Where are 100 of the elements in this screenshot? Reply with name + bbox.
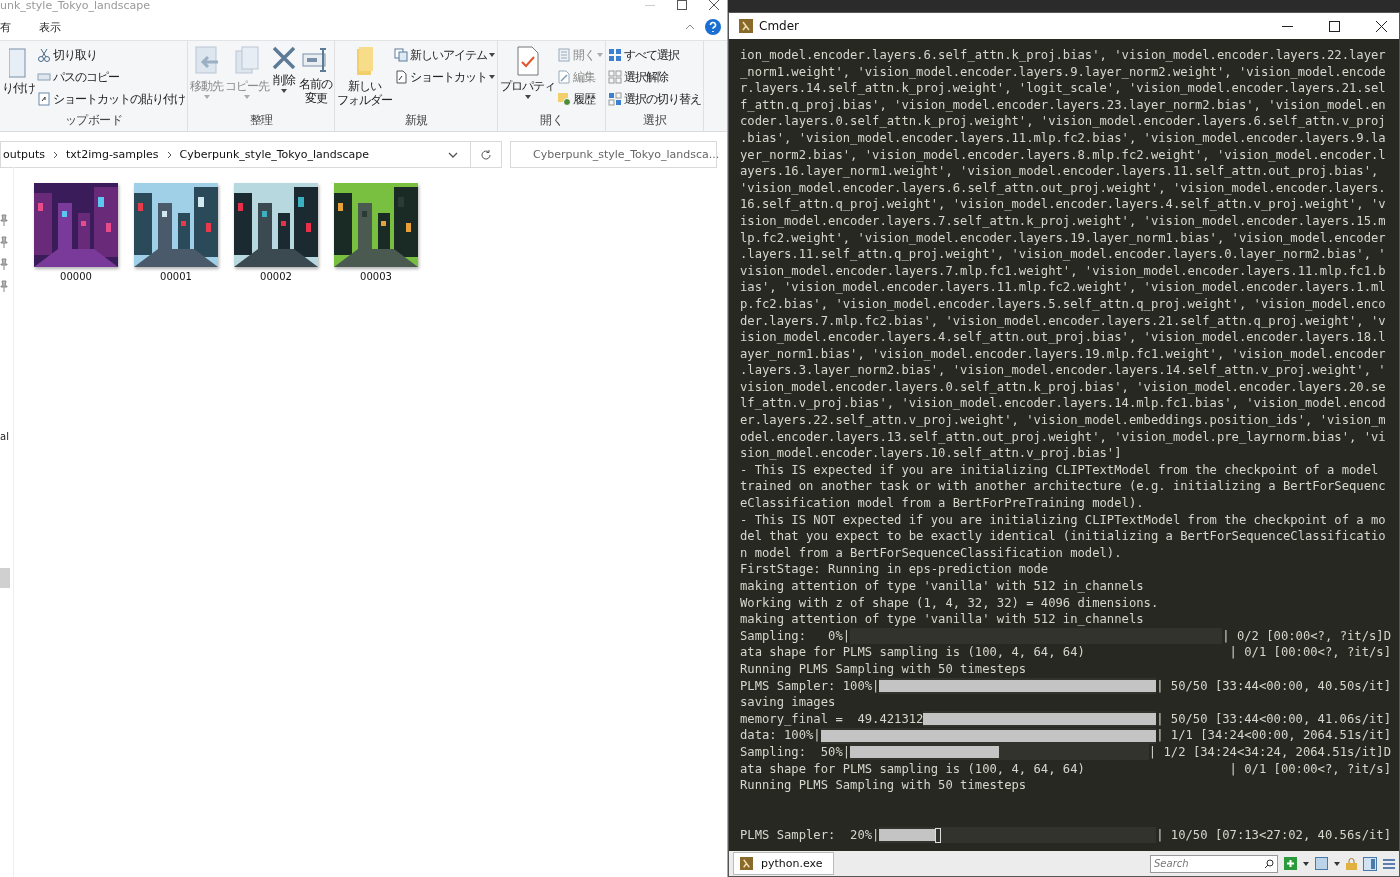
add-icon[interactable] [1284, 857, 1297, 870]
console-line: .layers.3.layer_norm2.bias', 'vision_model.encoder.layers.14.self_attn.v_proj.weight', ' [740, 362, 1386, 379]
console-line: ata shape for PLMS sampling is (100, 4, 64, 64) [740, 644, 1085, 661]
console-line: n model from a BertForSequenceClassification model). [740, 544, 1122, 562]
ribbon-button[interactable]: 選択の切り替え [608, 89, 701, 109]
group-label: 新規 [404, 112, 428, 129]
group-label: 整理 [249, 112, 273, 129]
console-line: | 1/1 [34:24<00:00, 2064.51s/it] [1156, 727, 1391, 744]
ribbon-button[interactable]: 選択解除 [608, 67, 701, 87]
copy-icon [232, 45, 262, 77]
window-title: unk_style_Tokyo_landscape [0, 0, 150, 12]
pin-icon [0, 235, 8, 249]
pin-icon [0, 279, 8, 293]
console-line: del that you expect to be exactly identical (initializing a BertForSequenceClassificatio [740, 528, 1386, 545]
address-bar[interactable]: outputs txt2img-samples Cyberpunk_style_Tokyo_landscape [0, 141, 502, 168]
console-line: p.fc2.bias', 'vision_model.encoder.layers.5.self_attn.q_proj.weight', 'vision_model.enco [740, 295, 1386, 313]
chevron-right-icon [166, 150, 172, 159]
console-line: Sampling: 0%| [740, 627, 851, 645]
console-line: PLMS Sampler: 100%| [740, 677, 880, 695]
group-label: 選択 [643, 112, 666, 129]
ribbon-button[interactable]: り付け [2, 45, 35, 95]
console-line: PLMS Sampler: 20%| [740, 826, 880, 844]
minimize-icon[interactable] [1282, 25, 1293, 27]
ribbon-button[interactable]: ショートカット [394, 67, 495, 87]
help-icon[interactable] [705, 19, 721, 35]
console-line: trained on another task or with another architecture (e.g. initializing a BertForSequenc [740, 478, 1386, 496]
new-item-icon [394, 48, 408, 62]
console-line: saving images [740, 694, 836, 711]
file-name[interactable]: 00000 [60, 271, 92, 282]
console-line: - This IS NOT expected if you are initializing CLIPTextModel from the checkpoint of a mo [740, 511, 1386, 529]
ribbon-button[interactable]: 名前の 変更 [299, 45, 332, 105]
console-line: ision_model.encoder.layers.7.self_attn.k_proj.weight', 'vision_model.encoder.layers.15.m [740, 212, 1386, 230]
ribbon-button[interactable]: プロパティ [500, 45, 555, 99]
properties-icon [515, 45, 540, 77]
menu-icon[interactable] [1383, 858, 1395, 869]
nav-item[interactable]: al [0, 431, 9, 442]
caret-icon [1303, 861, 1309, 866]
ribbon-button[interactable]: ショートカットの貼り付け [37, 89, 185, 109]
search-icon [1264, 858, 1274, 869]
console-line: r.layers.14.self_attn.k_proj.weight', 'logit_scale', 'vision_model.encoder.layers.21.sel [740, 80, 1386, 97]
layout-icon[interactable] [1363, 856, 1377, 871]
console-line: Running PLMS Sampling with 50 timesteps [740, 660, 1027, 678]
console-line: _norm1.weight', 'vision_model.encoder.layers.9.layer_norm2.weight', 'vision_model.encode [740, 63, 1386, 81]
console-line: ayer_norm1.bias', 'vision_model.encoder.layers.19.mlp.fc1.weight', 'vision_model.encoder [740, 345, 1386, 363]
console-line: | 1/2 [34:24<34:24, 2064.51s/it]D [1148, 743, 1391, 761]
maximize-icon[interactable] [1329, 20, 1340, 32]
close-icon[interactable] [709, 0, 719, 10]
console-line: Running PLMS Sampling with 50 timesteps [740, 777, 1027, 794]
scissors-icon [37, 48, 51, 62]
group-label: 開く [540, 112, 563, 129]
group-label: ップボード [64, 112, 123, 129]
console-line: | 50/50 [33:44<00:00, 40.50s/it] [1156, 677, 1391, 695]
console-line: sion_model.encoder.layers.10.self_attn.v_proj.bias'] [740, 445, 1122, 462]
console-line: .bias', 'vision_model.encoder.layers.11.mlp.fc2.bias', 'vision_model.encoder.layers.9.la [740, 129, 1386, 147]
console-line: vision_model.encoder.layers.7.mlp.fc1.weight', 'vision_model.encoder.layers.11.mlp.fc1.b [740, 262, 1386, 280]
ribbon-button[interactable]: 履歴 [557, 89, 603, 109]
search-field[interactable]: Search [1150, 854, 1278, 873]
maximize-icon[interactable] [677, 0, 687, 10]
lambda-icon [739, 19, 753, 33]
file-name[interactable]: 00003 [360, 271, 392, 282]
console-line: making attention of type 'vanilla' with 512 in_channels [740, 611, 1144, 628]
ribbon-button[interactable]: 新しい フォルダー [337, 45, 392, 107]
ribbon-button[interactable]: 切り取り [37, 45, 185, 65]
close-icon[interactable] [1376, 20, 1387, 32]
console-tab[interactable]: python.exe [733, 852, 834, 875]
select-all-icon [608, 48, 622, 62]
breadcrumb[interactable]: txt2img-samples [64, 148, 161, 161]
console-line: ision_model.encoder.layers.4.self_attn.out_proj.bias', 'vision_model.encoder.layers.18.l [740, 329, 1386, 346]
console-line: | 0/1 [00:00<?, ?it/s] [1229, 644, 1391, 661]
ribbon-button[interactable]: パスのコピー [37, 67, 185, 87]
caret-icon [1334, 861, 1340, 866]
console-line: lp.fc2.weight', 'vision_model.encoder.layers.19.layer_norm1.bias', 'vision_model.encoder [740, 229, 1386, 247]
scroll-thumb[interactable] [0, 568, 10, 588]
ribbon-button[interactable]: 削除 [271, 45, 297, 93]
ribbon-button[interactable]: 新しいアイテム [394, 45, 495, 65]
menu-tab[interactable]: 表示 [39, 19, 75, 35]
chevron-down-icon[interactable] [448, 151, 458, 158]
invert-selection-icon [608, 92, 622, 106]
file-name[interactable]: 00002 [260, 271, 292, 282]
breadcrumb[interactable]: Cyberpunk_style_Tokyo_landscape [177, 148, 372, 161]
console-line: f_attn.q_proj.bias', 'vision_model.encoder.layers.23.layer_norm2.bias', 'vision_model.en [740, 96, 1386, 114]
console-line: 'vision_model.encoder.layers.6.self_attn.out_proj.weight', 'vision_model.encoder.layers. [740, 179, 1386, 197]
refresh-icon[interactable] [480, 148, 492, 161]
ribbon-button[interactable]: すべて選択 [608, 45, 701, 65]
clipboard-icon [8, 45, 29, 79]
console-line: vision_model.encoder.layers.0.self_attn.k_proj.bias', 'vision_model.encoder.layers.20.se [740, 378, 1386, 396]
open-icon [557, 48, 571, 62]
window-icon[interactable] [1315, 857, 1328, 870]
console-line: Sampling: 50%| [740, 743, 851, 761]
console-line: coder.layers.0.self_attn.k_proj.weight', 'vision_model.encoder.layers.6.self_attn.v_proj [740, 113, 1386, 130]
console-line: | 0/1 [00:00<?, ?it/s] [1229, 760, 1391, 778]
search-field[interactable]: Cyberpunk_style_Tokyo_landsca... [510, 141, 717, 168]
console-line: ayers.16.layer_norm1.weight', 'vision_model.encoder.layers.11.self_attn.out_proj.bias', [740, 163, 1379, 180]
console-line: yer_norm2.bias', 'vision_model.encoder.layers.8.mlp.fc2.weight', 'vision_model.encoder.l [740, 146, 1386, 164]
menu-tab[interactable]: 有 [0, 19, 25, 35]
breadcrumb[interactable]: outputs [1, 148, 47, 161]
pin-icon [0, 213, 8, 227]
console-line: | 0/2 [00:00<?, ?it/s]D [1222, 627, 1391, 645]
file-name[interactable]: 00001 [160, 271, 192, 282]
chevron-up-icon[interactable] [685, 24, 695, 30]
